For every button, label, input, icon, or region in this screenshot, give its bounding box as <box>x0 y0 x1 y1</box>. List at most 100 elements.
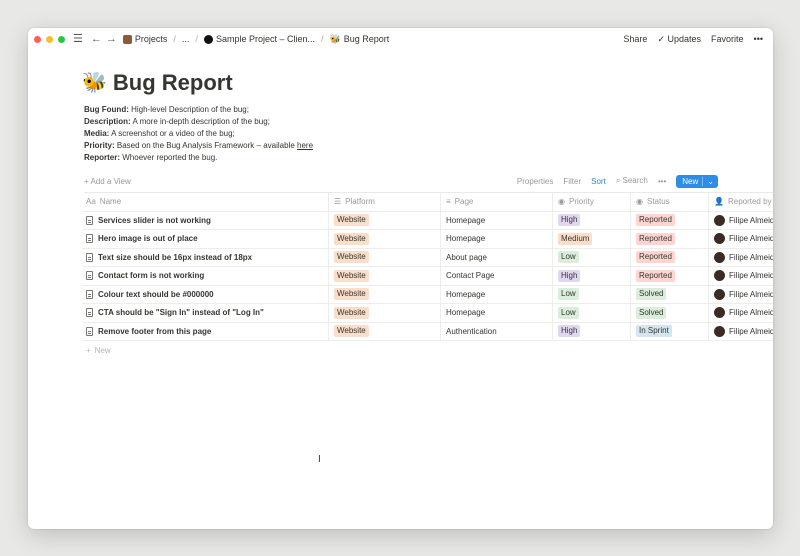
status-cell[interactable]: Reported <box>631 211 709 229</box>
table-row[interactable]: Colour text should be #000000 Website Ho… <box>82 285 773 304</box>
view-more-button[interactable]: ••• <box>658 177 666 186</box>
page-cell[interactable]: Authentication <box>441 322 553 340</box>
priority-cell[interactable]: Low <box>553 248 631 266</box>
text-property-icon: Aa <box>86 197 96 207</box>
table-row[interactable]: Hero image is out of place Website Homep… <box>82 230 773 249</box>
status-cell[interactable]: Reported <box>631 248 709 266</box>
name-cell[interactable]: Contact form is not working <box>82 267 329 285</box>
status-cell[interactable]: Reported <box>631 267 709 285</box>
reporter-cell[interactable]: Filipe Almeida <box>709 323 773 341</box>
breadcrumb-sample-project[interactable]: Sample Project – Clien... <box>203 34 315 44</box>
priority-tag: Medium <box>558 232 593 245</box>
status-tag: Reported <box>636 232 675 245</box>
breadcrumb-ellipsis[interactable]: ... <box>182 34 190 44</box>
column-header-platform[interactable]: ☰ Platform <box>329 193 441 211</box>
breadcrumb-bug-report[interactable]: 🐝 Bug Report <box>330 34 390 45</box>
status-cell[interactable]: Solved <box>631 285 709 303</box>
priority-cell[interactable]: Low <box>553 304 631 322</box>
page-title[interactable]: Bug Report <box>113 70 233 96</box>
share-button[interactable]: Share <box>623 34 647 44</box>
sidebar-toggle-icon[interactable]: ☰ <box>73 33 83 45</box>
back-arrow-icon[interactable]: ← <box>91 33 102 45</box>
avatar <box>714 325 725 337</box>
reporter-cell[interactable]: Filipe Almeida <box>709 249 773 267</box>
column-header-reported-by[interactable]: 👤 Reported by <box>709 193 773 211</box>
filter-button[interactable]: Filter <box>563 177 581 186</box>
select-property-icon: ◉ <box>636 197 643 207</box>
breadcrumb-separator: / <box>320 34 324 44</box>
name-cell[interactable]: Colour text should be #000000 <box>82 285 329 303</box>
platform-cell[interactable]: Website <box>329 248 441 266</box>
table-row[interactable]: Contact form is not working Website Cont… <box>82 267 773 286</box>
window-controls <box>34 35 65 43</box>
name-cell[interactable]: Remove footer from this page <box>82 322 329 340</box>
name-cell[interactable]: CTA should be "Sign In" instead of "Log … <box>82 304 329 322</box>
reporter-cell[interactable]: Filipe Almeida <box>709 212 773 230</box>
favorite-button[interactable]: Favorite <box>711 34 744 44</box>
maximize-window-button[interactable] <box>58 35 65 43</box>
page-cell[interactable]: Contact Page <box>441 267 553 285</box>
list-property-icon: ☰ <box>334 197 342 207</box>
priority-cell[interactable]: Medium <box>553 230 631 248</box>
page-icon <box>86 326 93 336</box>
sort-button[interactable]: Sort <box>591 177 606 186</box>
column-header-name[interactable]: Aa Name <box>82 193 329 211</box>
updates-button[interactable]: ✓ Updates <box>657 34 701 45</box>
chevron-down-icon[interactable]: ⌄ <box>702 176 718 186</box>
text-lines-icon: ≡ <box>446 197 451 207</box>
reporter-cell[interactable]: Filipe Almeida <box>709 230 773 248</box>
close-window-button[interactable] <box>34 35 41 43</box>
help-button[interactable]: ? <box>772 528 773 529</box>
table-row[interactable]: Services slider is not working Website H… <box>82 211 773 230</box>
platform-tag: Website <box>334 306 369 319</box>
view-actions: Properties Filter Sort ⌕ Search ••• New … <box>517 174 718 188</box>
platform-cell[interactable]: Website <box>329 304 441 322</box>
name-cell[interactable]: Hero image is out of place <box>82 230 329 248</box>
priority-cell[interactable]: High <box>553 211 631 229</box>
page-emoji-icon[interactable]: 🐝 <box>82 73 107 93</box>
status-cell[interactable]: Reported <box>631 230 709 248</box>
more-options-button[interactable]: ••• <box>754 34 763 44</box>
column-header-priority[interactable]: ◉ Priority <box>553 193 631 211</box>
reporter-cell[interactable]: Filipe Almeida <box>709 267 773 285</box>
name-cell[interactable]: Text size should be 16px instead of 18px <box>82 248 329 266</box>
briefcase-icon <box>122 34 132 44</box>
add-view-button[interactable]: + Add a View <box>84 177 131 186</box>
column-header-page[interactable]: ≡ Page <box>441 193 553 211</box>
platform-cell[interactable]: Website <box>329 230 441 248</box>
priority-cell[interactable]: Low <box>553 285 631 303</box>
column-header-status[interactable]: ◉ Status <box>631 193 709 211</box>
platform-cell[interactable]: Website <box>329 267 441 285</box>
table-row[interactable]: CTA should be "Sign In" instead of "Log … <box>82 304 773 323</box>
priority-cell[interactable]: High <box>553 322 631 340</box>
framework-link[interactable]: here <box>297 141 313 150</box>
name-cell[interactable]: Services slider is not working <box>82 211 329 229</box>
table-row[interactable]: Remove footer from this page Website Aut… <box>82 322 773 341</box>
page-cell[interactable]: Homepage <box>441 285 553 303</box>
forward-arrow-icon[interactable]: → <box>106 33 117 45</box>
priority-tag: Low <box>558 288 579 301</box>
platform-cell[interactable]: Website <box>329 285 441 303</box>
page-cell[interactable]: Homepage <box>441 211 553 229</box>
select-property-icon: ◉ <box>558 197 565 207</box>
new-row-button[interactable]: + New <box>82 341 773 359</box>
new-button[interactable]: New ⌄ <box>676 174 718 188</box>
page-cell[interactable]: Homepage <box>441 230 553 248</box>
priority-cell[interactable]: High <box>553 267 631 285</box>
view-toolbar: + Add a View Properties Filter Sort ⌕ Se… <box>84 174 773 188</box>
avatar <box>714 233 725 245</box>
search-button[interactable]: ⌕ Search <box>616 176 648 186</box>
page-cell[interactable]: About page <box>441 248 553 266</box>
reporter-cell[interactable]: Filipe Almeida <box>709 304 773 322</box>
table-row[interactable]: Text size should be 16px instead of 18px… <box>82 248 773 267</box>
reporter-cell[interactable]: Filipe Almeida <box>709 286 773 304</box>
text-cursor-icon: I <box>318 454 321 465</box>
minimize-window-button[interactable] <box>46 35 53 43</box>
status-cell[interactable]: Solved <box>631 304 709 322</box>
platform-cell[interactable]: Website <box>329 322 441 340</box>
properties-button[interactable]: Properties <box>517 177 553 186</box>
status-cell[interactable]: In Sprint <box>631 322 709 340</box>
page-cell[interactable]: Homepage <box>441 304 553 322</box>
platform-cell[interactable]: Website <box>329 211 441 229</box>
breadcrumb-projects[interactable]: Projects <box>122 34 167 44</box>
